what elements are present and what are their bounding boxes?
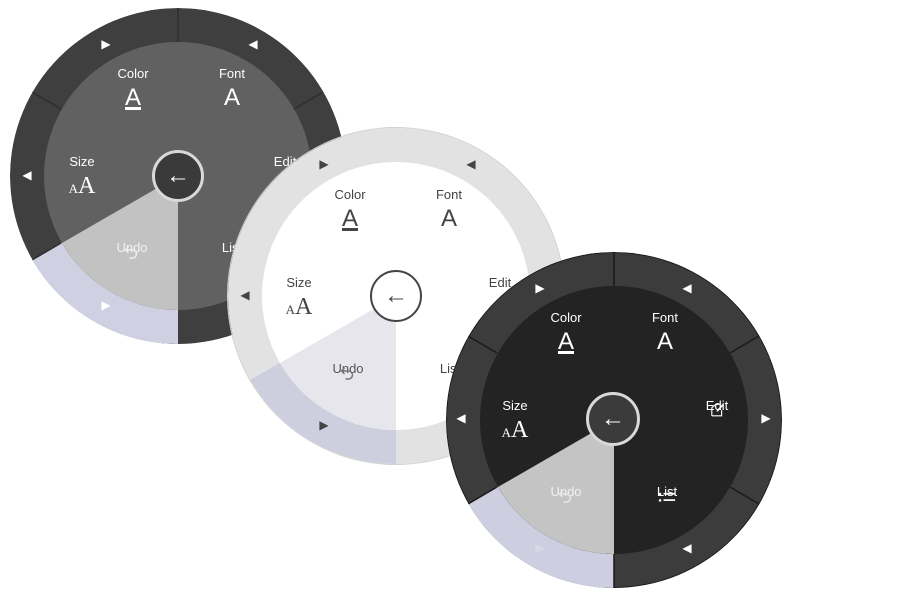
back-button[interactable]: ← bbox=[586, 392, 640, 446]
arrow-left-icon[interactable]: ◀ bbox=[682, 282, 691, 294]
menu-item-size-label: Size bbox=[69, 154, 95, 169]
font-icon: A bbox=[440, 205, 457, 232]
undo-icon bbox=[558, 490, 572, 503]
menu-item-size-label: Size bbox=[286, 275, 312, 290]
menu-item-undo[interactable]: Undo bbox=[97, 240, 167, 259]
edit-icon bbox=[711, 403, 724, 417]
radial-menu-black: ▶ ◀ ◀ ▶ ▶ ◀ Color A Font A Size AA Edit … bbox=[446, 252, 782, 588]
font-size-icon: AA bbox=[68, 173, 96, 199]
font-size-icon: AA bbox=[501, 417, 529, 443]
menu-item-font[interactable]: Font A bbox=[197, 66, 267, 111]
arrow-left-icon[interactable]: ◀ bbox=[240, 289, 249, 301]
undo-icon bbox=[340, 367, 354, 380]
arrow-left-icon[interactable]: ◀ bbox=[456, 412, 465, 424]
arrow-right-icon[interactable]: ▶ bbox=[101, 299, 110, 311]
arrow-right-icon[interactable]: ▶ bbox=[761, 412, 770, 424]
menu-item-font[interactable]: Font A bbox=[630, 310, 700, 355]
arrow-right-icon[interactable]: ▶ bbox=[535, 542, 544, 554]
arrow-left-icon[interactable]: ◀ bbox=[466, 158, 475, 170]
menu-item-size-label: Size bbox=[502, 398, 528, 413]
undo-icon bbox=[124, 246, 138, 259]
arrow-right-icon[interactable]: ▶ bbox=[535, 282, 544, 294]
menu-item-color[interactable]: Color A bbox=[98, 66, 168, 111]
menu-item-font-label: Font bbox=[651, 310, 678, 325]
back-arrow-icon: ← bbox=[166, 162, 190, 189]
menu-item-color-label: Color bbox=[334, 187, 366, 202]
menu-item-color-label: Color bbox=[550, 310, 582, 325]
menu-item-color[interactable]: Color A bbox=[315, 187, 385, 232]
menu-item-font-label: Font bbox=[435, 187, 462, 202]
menu-item-font[interactable]: Font A bbox=[414, 187, 484, 232]
menu-item-size[interactable]: Size AA bbox=[480, 398, 550, 446]
menu-item-color-label: Color bbox=[117, 66, 149, 81]
text-color-icon: A bbox=[341, 205, 358, 232]
arrow-right-icon[interactable]: ▶ bbox=[319, 158, 328, 170]
arrow-right-icon[interactable]: ▶ bbox=[319, 419, 328, 431]
arrow-right-icon[interactable]: ▶ bbox=[101, 38, 110, 50]
menu-item-size[interactable]: Size AA bbox=[47, 154, 117, 202]
menu-item-font-label: Font bbox=[218, 66, 245, 81]
back-arrow-icon: ← bbox=[384, 282, 408, 309]
back-arrow-icon: ← bbox=[601, 405, 625, 432]
arrow-left-icon[interactable]: ◀ bbox=[248, 38, 257, 50]
menu-item-color[interactable]: Color A bbox=[531, 310, 601, 355]
menu-item-size[interactable]: Size AA bbox=[264, 275, 334, 323]
menu-item-edit[interactable]: Edit bbox=[682, 398, 752, 417]
arrow-left-icon[interactable]: ◀ bbox=[22, 169, 31, 181]
menu-item-list[interactable]: List bbox=[632, 484, 702, 502]
font-size-icon: AA bbox=[285, 294, 313, 320]
font-icon: A bbox=[223, 84, 240, 111]
text-color-icon: A bbox=[557, 328, 574, 355]
back-button[interactable]: ← bbox=[152, 150, 204, 202]
menu-item-undo[interactable]: Undo bbox=[313, 361, 383, 380]
font-icon: A bbox=[656, 328, 673, 355]
menu-item-undo[interactable]: Undo bbox=[531, 484, 601, 503]
list-icon bbox=[658, 492, 676, 502]
text-color-icon: A bbox=[124, 84, 141, 111]
back-button[interactable]: ← bbox=[370, 270, 422, 322]
arrow-left-icon[interactable]: ◀ bbox=[682, 542, 691, 554]
